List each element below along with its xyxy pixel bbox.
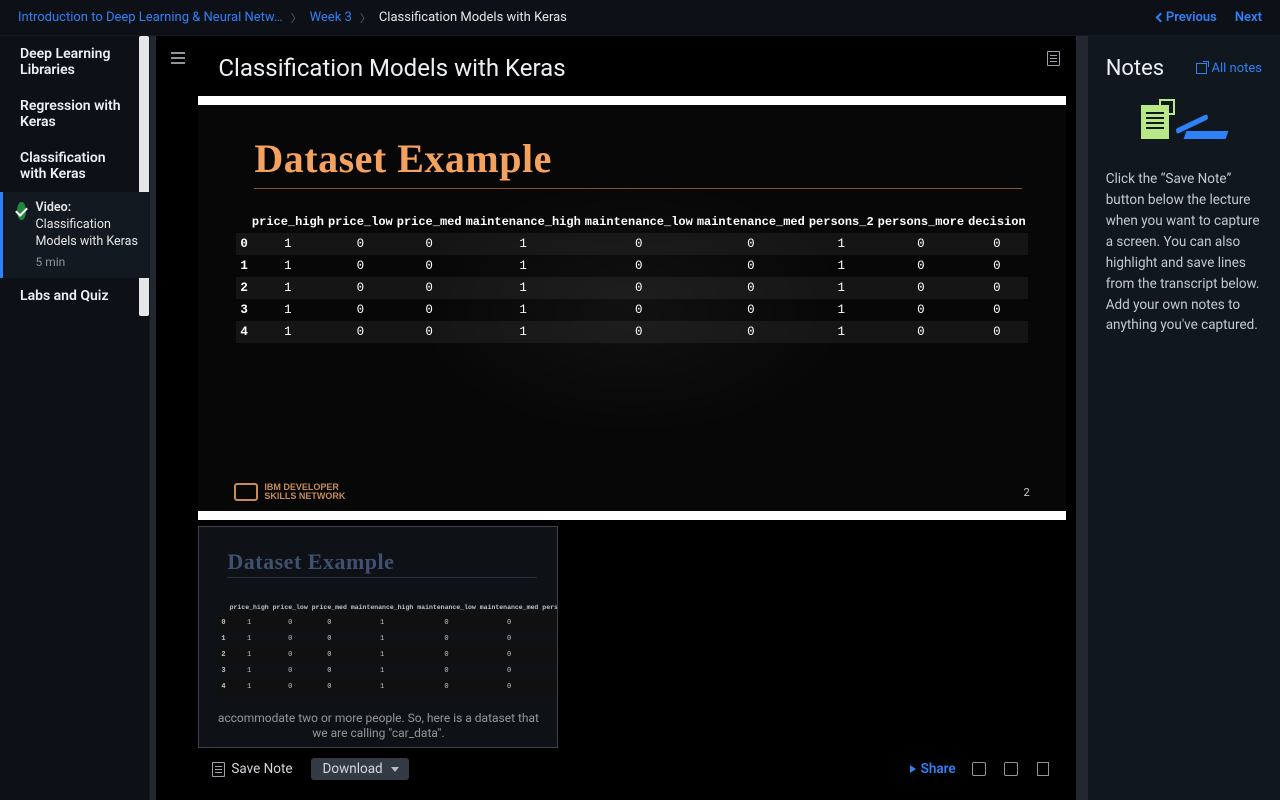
thumb-dataset-table: price_highprice_lowprice_medmaintenance_… xyxy=(217,600,557,695)
thumb-slide-title: Dataset Example xyxy=(199,527,557,577)
report-button[interactable] xyxy=(1034,760,1052,778)
sidebar-subitem-text: Video: Classification Models with Keras … xyxy=(36,200,150,270)
sidebar-subitem-video[interactable]: Video: Classification Models with Keras … xyxy=(0,192,149,278)
flag-icon xyxy=(1037,762,1049,776)
share-label: Share xyxy=(921,761,956,777)
notes-title: Notes xyxy=(1106,56,1164,81)
pen-icon xyxy=(1183,131,1228,139)
all-notes-link[interactable]: All notes xyxy=(1196,61,1262,76)
table-header: price_med xyxy=(310,600,349,615)
table-header: persons_2 xyxy=(540,600,557,615)
external-link-icon xyxy=(1196,63,1207,74)
table-header: maintenance_med xyxy=(478,600,541,615)
save-note-button[interactable]: Save Note xyxy=(212,761,292,777)
outline-toggle-button[interactable] xyxy=(162,42,194,74)
footer-brand-2: SKILLS NETWORK xyxy=(264,492,345,501)
sidebar-item-classification[interactable]: Classification with Keras xyxy=(0,140,149,192)
notes-panel: Notes All notes Click the “Save Note” bu… xyxy=(1082,36,1280,800)
caption-text: accommodate two or more people. So, here… xyxy=(209,711,547,741)
sidebar: Deep Learning Libraries Regression with … xyxy=(0,36,150,800)
share-icon xyxy=(910,765,916,773)
table-row: 1100100100 xyxy=(217,631,557,647)
save-note-label: Save Note xyxy=(231,761,292,777)
breadcrumb: Introduction to Deep Learning & Neural N… xyxy=(18,10,567,26)
note-icon xyxy=(212,762,225,777)
next-label: Next xyxy=(1235,10,1262,25)
sidebar-item-regression[interactable]: Regression with Keras xyxy=(0,88,149,140)
dislike-button[interactable] xyxy=(1002,760,1020,778)
all-notes-label: All notes xyxy=(1212,61,1262,76)
breadcrumb-week[interactable]: Week 3 xyxy=(310,10,352,25)
topnav: Previous Next xyxy=(1157,10,1262,25)
download-button[interactable]: Download xyxy=(311,758,409,780)
document-icon xyxy=(1141,105,1169,139)
action-row: Save Note Download Share xyxy=(198,748,1065,780)
notes-illustration xyxy=(1106,105,1262,139)
table-row: 3100100100 xyxy=(217,663,557,679)
watermark-icon xyxy=(372,158,892,458)
table-header: price_high xyxy=(250,211,326,233)
notes-body-text: Click the “Save Note” button below the l… xyxy=(1106,169,1262,336)
video-slide[interactable]: Dataset Example price_highprice_lowprice… xyxy=(198,96,1065,520)
thumbnail-preview[interactable]: Dataset Example price_highprice_lowprice… xyxy=(198,526,558,748)
table-header: maintenance_high xyxy=(349,600,415,615)
next-link[interactable]: Next xyxy=(1235,10,1262,25)
sidebar-item-libraries[interactable]: Deep Learning Libraries xyxy=(0,36,149,88)
previous-label: Previous xyxy=(1166,10,1217,25)
main-content: Classification Models with Keras Dataset… xyxy=(150,36,1081,800)
table-row: 0100100100 xyxy=(217,615,557,631)
table-header: maintenance_low xyxy=(415,600,478,615)
hamburger-icon xyxy=(171,52,185,64)
share-button[interactable]: Share xyxy=(910,761,956,777)
breadcrumb-course[interactable]: Introduction to Deep Learning & Neural N… xyxy=(18,10,283,25)
ibm-logo-icon xyxy=(234,483,258,501)
page-title: Classification Models with Keras xyxy=(198,36,1065,96)
thumb-down-icon xyxy=(1004,762,1018,776)
previous-link[interactable]: Previous xyxy=(1157,10,1217,25)
ibm-footer: IBM DEVELOPER SKILLS NETWORK xyxy=(234,483,345,501)
chevron-down-icon xyxy=(391,767,399,772)
table-header: decision xyxy=(966,211,1028,233)
sidebar-item-labs-quiz[interactable]: Labs and Quiz xyxy=(0,278,149,314)
slide-page-number: 2 xyxy=(1024,486,1030,499)
chevron-left-icon xyxy=(1155,13,1165,23)
download-label: Download xyxy=(323,761,383,777)
top-bar: Introduction to Deep Learning & Neural N… xyxy=(0,0,1280,36)
thumb-up-icon xyxy=(972,762,986,776)
table-header: price_low xyxy=(271,600,310,615)
chevron-right-icon: 〉 xyxy=(291,10,302,26)
notes-icon xyxy=(1047,51,1060,66)
table-header: price_high xyxy=(228,600,271,615)
chevron-right-icon: 〉 xyxy=(360,10,371,26)
slide-underline xyxy=(254,188,1021,189)
notes-toggle-button[interactable] xyxy=(1038,42,1070,74)
table-row: 2100100100 xyxy=(217,647,557,663)
table-row: 4100100100 xyxy=(217,679,557,695)
check-icon xyxy=(17,202,26,220)
like-button[interactable] xyxy=(970,760,988,778)
breadcrumb-current: Classification Models with Keras xyxy=(379,10,567,25)
